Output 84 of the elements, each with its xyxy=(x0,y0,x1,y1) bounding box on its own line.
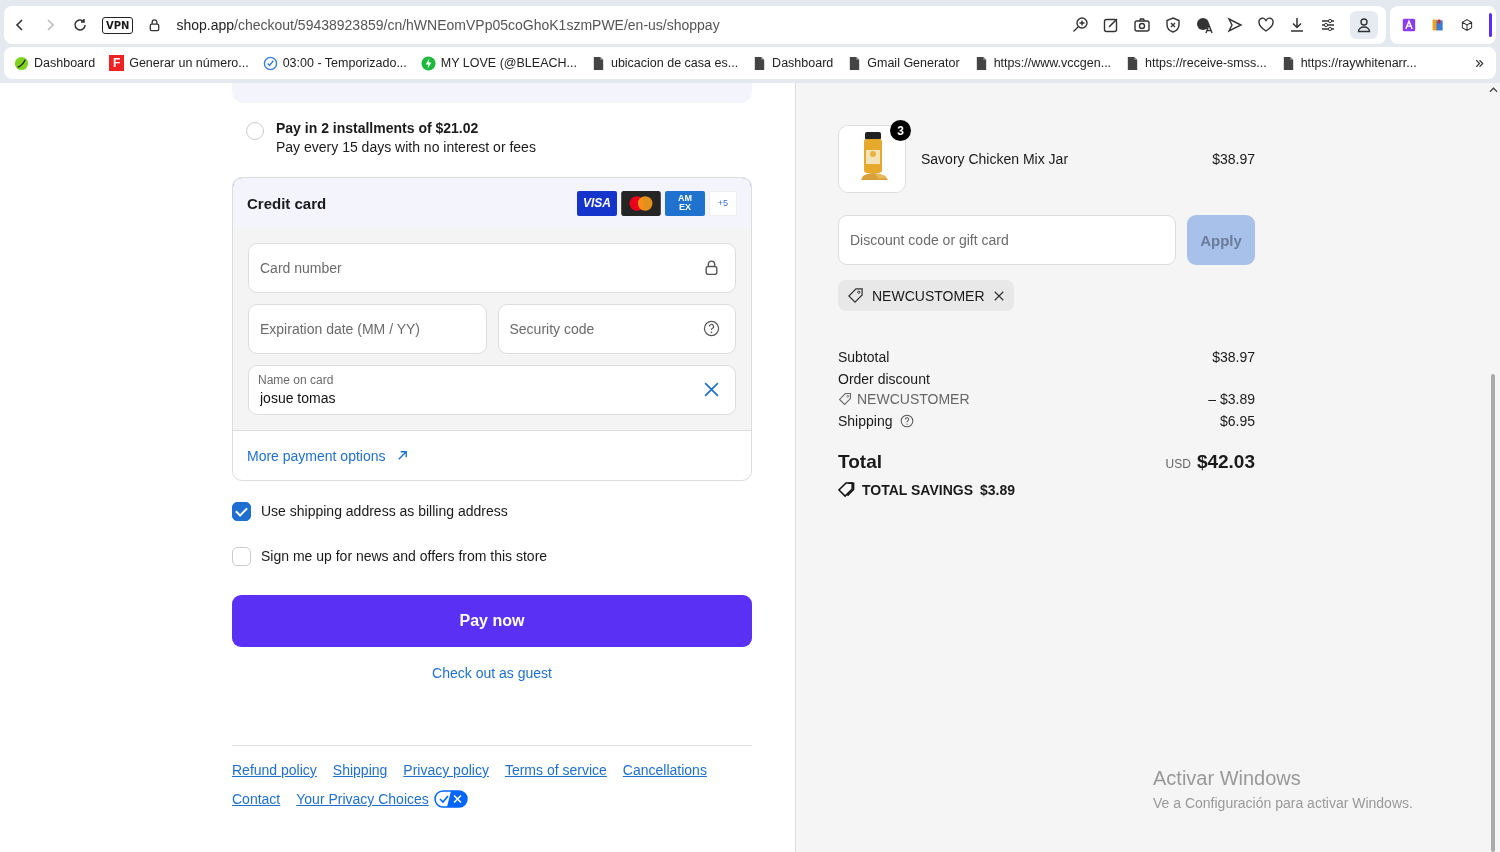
mastercard-logo xyxy=(621,190,661,216)
checkbox-label: Use shipping address as billing address xyxy=(261,503,508,519)
remove-icon[interactable] xyxy=(992,289,1005,302)
total-label: Total xyxy=(838,451,882,473)
bookmark[interactable]: Dashboard xyxy=(752,55,834,71)
savings-amount: $3.89 xyxy=(980,481,1016,498)
savings-label: TOTAL SAVINGS xyxy=(862,481,973,498)
bookmark[interactable]: https://receive-smss... xyxy=(1125,55,1267,71)
tag-icon xyxy=(838,392,852,406)
bookmark[interactable]: MY LOVE (@BLEACH... xyxy=(420,55,577,71)
translate-icon[interactable] xyxy=(1195,16,1213,34)
bookmark[interactable]: F Generar un número... xyxy=(109,55,249,71)
bookmark[interactable]: 03:00 - Temporizado... xyxy=(262,55,407,71)
pay-now-button[interactable]: Pay now xyxy=(232,595,752,647)
download-icon[interactable] xyxy=(1288,16,1306,34)
more-payment-options-link[interactable]: More payment options xyxy=(247,447,386,464)
quantity-badge: 3 xyxy=(890,120,911,141)
checkbox-label: Sign me up for news and offers from this store xyxy=(261,548,548,564)
discount-value: – $3.89 xyxy=(1208,391,1255,407)
checkbox[interactable] xyxy=(232,501,251,521)
lock-icon xyxy=(703,259,720,276)
activation-message: Ve a Configuración para activar Windows. xyxy=(1153,795,1413,811)
cube-icon[interactable] xyxy=(1459,16,1474,34)
camera-icon[interactable] xyxy=(1133,16,1151,34)
person-icon xyxy=(1355,16,1373,34)
clear-icon[interactable] xyxy=(703,381,720,398)
credit-card-title: Credit card xyxy=(247,194,327,212)
vpn-badge[interactable]: VPN xyxy=(102,16,134,34)
currency-code: USD xyxy=(1165,457,1191,471)
guest-checkout-link[interactable]: Check out as guest xyxy=(432,665,552,681)
visa-logo: VISA xyxy=(577,190,617,216)
profile-button[interactable] xyxy=(1350,11,1378,39)
amex-logo: AM EX xyxy=(665,190,705,216)
bookmark[interactable]: Gmail Generator xyxy=(847,55,960,71)
bookmark[interactable]: ubicacion de casa es... xyxy=(590,55,739,71)
security-code-field[interactable]: Security code xyxy=(497,304,736,354)
footer-link[interactable]: Refund policy xyxy=(232,762,317,778)
sidebar-handle[interactable] xyxy=(1488,13,1492,37)
reload-icon[interactable] xyxy=(72,17,88,33)
footer-link[interactable]: Cancellations xyxy=(622,762,707,778)
scrollbar-thumb[interactable] xyxy=(1491,374,1495,852)
bookmark[interactable]: https://www.vccgen... xyxy=(973,55,1112,71)
footer-link[interactable]: Privacy policy xyxy=(403,762,489,778)
discount-code: NEWCUSTOMER xyxy=(872,287,985,304)
footer-link[interactable]: Contact xyxy=(232,791,281,807)
scroll-up-icon[interactable] xyxy=(1488,87,1498,93)
field-label: Name on card xyxy=(258,373,334,387)
shipping-label: Shipping xyxy=(838,413,893,429)
option-description: Pay every 15 days with no interest or fees xyxy=(276,139,536,155)
send-icon[interactable] xyxy=(1226,16,1244,34)
expiration-date-field[interactable]: Expiration date (MM / YY) xyxy=(248,304,487,354)
edit-icon[interactable] xyxy=(1102,16,1120,34)
zoom-icon[interactable] xyxy=(1071,16,1089,34)
tag-icon xyxy=(847,287,864,304)
leaf-icon xyxy=(14,55,29,71)
bookmark[interactable]: https://raywhitenarr... xyxy=(1280,55,1417,71)
heart-icon[interactable] xyxy=(1257,16,1275,34)
help-icon[interactable] xyxy=(899,414,914,428)
activation-title: Activar Windows xyxy=(1153,767,1302,790)
footer-link[interactable]: Your Privacy Choices xyxy=(296,791,429,807)
discount-code: NEWCUSTOMER xyxy=(857,391,970,407)
more-brands-badge: +5 xyxy=(709,190,737,216)
bookmark[interactable]: Dashboard xyxy=(14,55,96,71)
card-number-field[interactable]: Card number xyxy=(248,243,736,293)
option-title: Pay in 2 installments of $21.02 xyxy=(276,120,480,136)
site-logo: F xyxy=(109,55,125,71)
subtotal-label: Subtotal xyxy=(838,349,890,365)
footer-link[interactable]: Shipping xyxy=(332,762,388,778)
credit-card-header[interactable]: Credit card VISA AM EX +5 xyxy=(233,178,751,229)
order-discount-label: Order discount xyxy=(838,371,930,387)
footer-link[interactable]: Terms of service xyxy=(504,762,607,778)
product-name: Savory Chicken Mix Jar xyxy=(921,151,1070,167)
product-price: $38.97 xyxy=(1212,151,1255,167)
total-amount: $42.03 xyxy=(1196,451,1255,473)
help-icon[interactable] xyxy=(703,320,720,337)
shield-icon[interactable] xyxy=(1164,16,1182,34)
check-circle-icon xyxy=(262,55,278,71)
bolt-icon xyxy=(420,55,436,71)
tags-icon xyxy=(838,481,855,498)
address-bar[interactable]: shop.app/checkout/59438923859/cn/hWNEomVPp05coGhoK1szmPWE/en-us/shoppay xyxy=(176,17,1057,33)
subtotal-value: $38.97 xyxy=(1212,349,1255,365)
settings-icon[interactable] xyxy=(1319,16,1337,34)
shipping-value: $6.95 xyxy=(1219,413,1255,429)
extension-icon[interactable] xyxy=(1402,16,1416,34)
